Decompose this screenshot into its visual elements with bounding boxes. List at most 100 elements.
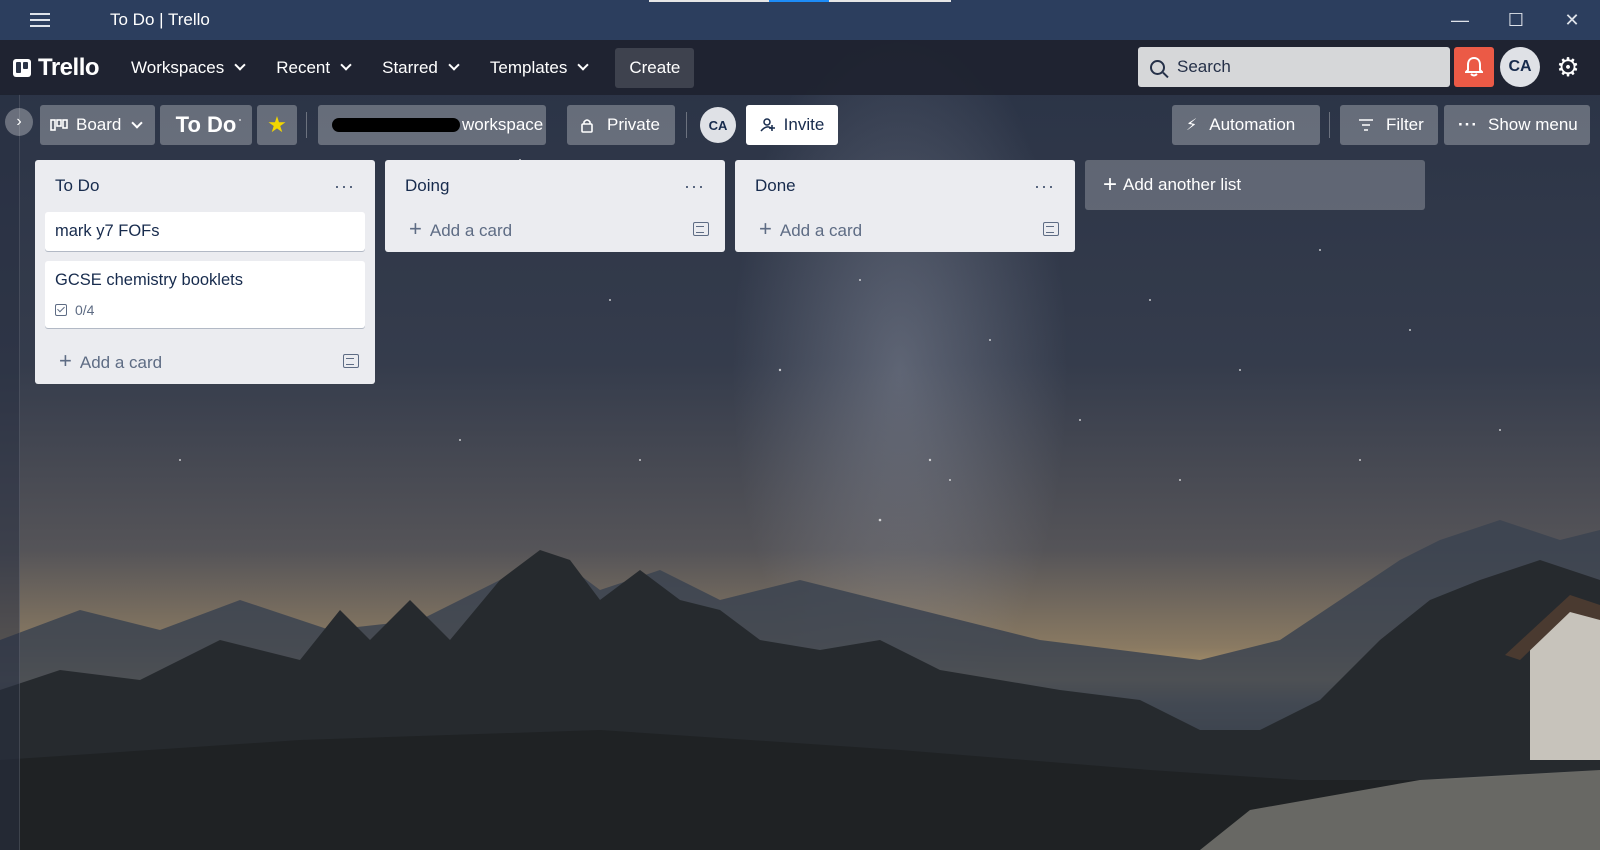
gear-icon: ⚙ bbox=[1556, 51, 1580, 82]
invite-label: Invite bbox=[783, 115, 825, 134]
sidebar-collapsed-strip bbox=[0, 94, 20, 850]
filter-icon bbox=[1359, 119, 1373, 131]
plus-icon: + bbox=[1103, 171, 1118, 198]
chevron-right-icon: › bbox=[16, 113, 22, 130]
user-avatar[interactable]: CA bbox=[1500, 47, 1540, 87]
header-divider bbox=[1329, 112, 1330, 138]
visibility-label: Private bbox=[607, 115, 660, 134]
search-icon bbox=[1150, 59, 1165, 75]
chevron-down-icon bbox=[577, 59, 590, 71]
member-avatar[interactable]: CA bbox=[700, 107, 736, 143]
list-title[interactable]: Done bbox=[755, 176, 796, 196]
add-person-icon bbox=[760, 118, 775, 132]
search-input[interactable]: Search bbox=[1138, 47, 1450, 87]
settings-button[interactable]: ⚙ bbox=[1553, 52, 1583, 82]
nav-starred[interactable]: Starred bbox=[376, 48, 464, 88]
minimize-button[interactable]: — bbox=[1432, 0, 1488, 40]
add-card-label: Add a card bbox=[429, 221, 513, 240]
plus-icon: + bbox=[409, 216, 422, 241]
card-title: GCSE chemistry booklets bbox=[55, 271, 243, 289]
checklist-icon bbox=[55, 304, 67, 316]
header-divider bbox=[306, 112, 307, 138]
filter-button[interactable]: Filter bbox=[1340, 105, 1438, 145]
card-template-icon[interactable] bbox=[693, 222, 709, 236]
window-titlebar: To Do | Trello — ☐ ✕ bbox=[0, 0, 1600, 40]
nav-workspaces[interactable]: Workspaces bbox=[125, 48, 250, 88]
show-menu-button[interactable]: ··· Show menu bbox=[1444, 105, 1590, 145]
trello-logo-icon bbox=[13, 58, 31, 77]
notifications-button[interactable] bbox=[1454, 47, 1494, 87]
list-actions-icon[interactable]: ··· bbox=[334, 176, 355, 197]
list-done[interactable]: Done ··· + Add a card bbox=[735, 160, 1075, 252]
maximize-button[interactable]: ☐ bbox=[1488, 0, 1544, 40]
list-title[interactable]: Doing bbox=[405, 176, 449, 196]
add-card-button[interactable]: + Add a card bbox=[35, 338, 375, 384]
trello-logo[interactable]: Trello bbox=[13, 54, 100, 82]
list-to-do[interactable]: To Do ··· mark y7 FOFs GCSE chemistry bo… bbox=[35, 160, 375, 384]
top-navigation-bar: Trello Workspaces Recent Starred Templat… bbox=[0, 40, 1600, 95]
board-title: To Do bbox=[175, 112, 237, 137]
chevron-down-icon bbox=[131, 116, 144, 129]
card-template-icon[interactable] bbox=[1043, 222, 1059, 236]
add-card-button[interactable]: + Add a card bbox=[385, 206, 725, 252]
bell-icon bbox=[1465, 57, 1483, 77]
hamburger-icon bbox=[30, 11, 50, 29]
nav-templates-label: Templates bbox=[489, 57, 568, 77]
list-doing[interactable]: Doing ··· + Add a card bbox=[385, 160, 725, 252]
search-placeholder: Search bbox=[1177, 57, 1231, 76]
star-icon: ★ bbox=[267, 112, 287, 137]
sidebar-expand-button[interactable]: › bbox=[5, 108, 33, 136]
board-view-label: Board bbox=[76, 115, 122, 134]
nav-templates[interactable]: Templates bbox=[484, 48, 593, 88]
plus-icon: + bbox=[759, 216, 772, 241]
plus-icon: + bbox=[59, 348, 72, 373]
redaction-mark bbox=[332, 118, 460, 132]
invite-button[interactable]: Invite bbox=[746, 105, 838, 145]
lock-icon bbox=[581, 118, 593, 133]
card[interactable]: mark y7 FOFs bbox=[45, 212, 365, 251]
board-view-icon bbox=[50, 119, 68, 131]
chevron-down-icon bbox=[340, 59, 352, 71]
add-list-button[interactable]: + Add another list bbox=[1085, 160, 1425, 210]
star-board-button[interactable]: ★ bbox=[257, 105, 297, 145]
minimize-icon: — bbox=[1451, 9, 1469, 30]
nav-recent-label: Recent bbox=[276, 57, 331, 77]
board-view-switcher[interactable]: Board bbox=[40, 105, 155, 145]
add-card-label: Add a card bbox=[779, 221, 863, 240]
nav-workspaces-label: Workspaces bbox=[131, 57, 225, 77]
window-menu-button[interactable] bbox=[0, 0, 80, 40]
filter-label: Filter bbox=[1386, 115, 1424, 134]
chevron-down-icon bbox=[234, 59, 246, 71]
add-card-button[interactable]: + Add a card bbox=[735, 206, 1075, 252]
workspace-button[interactable]: workspace bbox=[318, 105, 546, 145]
card[interactable]: GCSE chemistry booklets 0/4 bbox=[45, 261, 365, 328]
close-button[interactable]: ✕ bbox=[1544, 0, 1600, 40]
loading-progress-bar bbox=[649, 0, 951, 2]
list-header: Done ··· bbox=[735, 160, 1075, 212]
list-actions-icon[interactable]: ··· bbox=[1034, 176, 1055, 197]
list-title[interactable]: To Do bbox=[55, 176, 99, 196]
list-header: To Do ··· bbox=[35, 160, 375, 212]
close-icon: ✕ bbox=[1564, 9, 1580, 30]
nav-recent[interactable]: Recent bbox=[270, 48, 356, 88]
more-dots-icon: ··· bbox=[1458, 115, 1478, 134]
checklist-badge: 0/4 bbox=[55, 302, 355, 318]
list-actions-icon[interactable]: ··· bbox=[684, 176, 705, 197]
chevron-down-icon bbox=[448, 59, 460, 71]
window-title: To Do | Trello bbox=[110, 10, 210, 29]
nav-starred-label: Starred bbox=[382, 57, 438, 77]
workspace-label: workspace bbox=[462, 115, 544, 134]
lightning-icon: ⚡ bbox=[1186, 117, 1198, 134]
automation-button[interactable]: ⚡ Automation bbox=[1172, 105, 1320, 145]
create-button[interactable]: Create bbox=[615, 47, 695, 88]
list-header: Doing ··· bbox=[385, 160, 725, 212]
checklist-count: 0/4 bbox=[75, 302, 95, 318]
card-title: mark y7 FOFs bbox=[55, 222, 160, 240]
board-title-button[interactable]: To Do bbox=[160, 105, 252, 145]
add-card-label: Add a card bbox=[79, 353, 163, 372]
header-divider bbox=[686, 112, 687, 138]
automation-label: Automation bbox=[1209, 115, 1296, 134]
card-template-icon[interactable] bbox=[343, 354, 359, 368]
visibility-button[interactable]: Private bbox=[567, 105, 675, 145]
add-list-label: Add another list bbox=[1123, 175, 1242, 194]
